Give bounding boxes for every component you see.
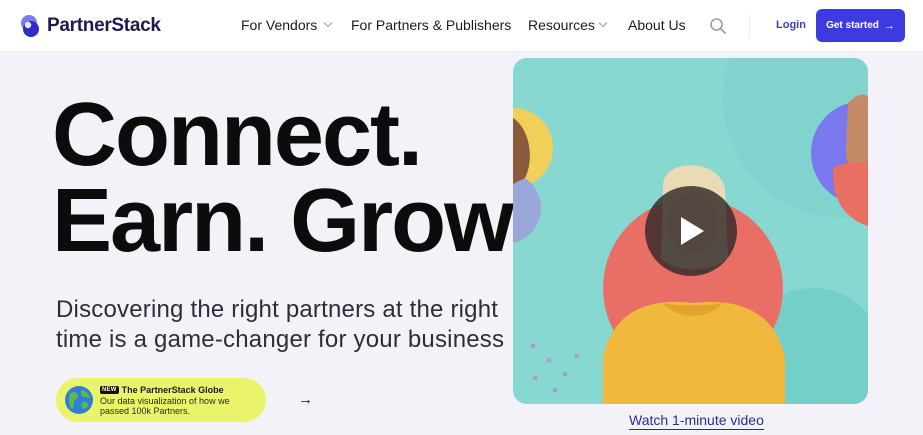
video-thumbnail[interactable] [513, 58, 868, 404]
top-navigation: PartnerStack For Vendors For Partners & … [0, 0, 923, 52]
globe-promo-banner[interactable]: NEW The PartnerStack Globe Our data visu… [56, 378, 313, 422]
nav-item-label: For Vendors [241, 17, 318, 33]
nav-item-resources[interactable]: Resources [528, 17, 608, 33]
nav-item-label: For Partners & Publishers [351, 17, 512, 33]
headline-line-1: Connect. [52, 85, 423, 185]
nav-item-for-vendors[interactable]: For Vendors [241, 17, 333, 33]
play-icon [681, 217, 704, 245]
nav-item-label: About Us [628, 17, 686, 33]
get-started-label: Get started [826, 20, 879, 31]
promo-text: NEW The PartnerStack Globe Our data visu… [100, 385, 240, 416]
hero-headline: Connect. Earn. Grow. [52, 85, 534, 271]
new-badge: NEW [100, 385, 119, 394]
arrow-right-icon: → [298, 391, 313, 408]
nav-divider [749, 14, 750, 38]
arrow-right-icon: → [883, 19, 895, 32]
play-button[interactable] [645, 186, 737, 276]
chevron-down-icon [324, 18, 333, 28]
nav-item-for-partners-publishers[interactable]: For Partners & Publishers [351, 17, 511, 33]
nav-item-label: Resources [528, 17, 595, 33]
hero-subheadline: Discovering the right partners at the ri… [56, 296, 505, 353]
globe-icon [64, 385, 94, 415]
promo-title-row: NEW The PartnerStack Globe [100, 385, 240, 395]
chevron-down-icon [598, 18, 608, 28]
promo-title: The PartnerStack Globe [121, 384, 224, 395]
login-link[interactable]: Login [776, 19, 806, 31]
brand-name: PartnerStack [47, 15, 161, 36]
get-started-button[interactable]: Get started → [816, 9, 905, 42]
search-icon[interactable] [709, 17, 727, 35]
headline-line-2: Earn. Grow. [52, 171, 534, 271]
watch-video-link[interactable]: Watch 1-minute video [629, 412, 764, 430]
partnerstack-logo-icon [19, 14, 41, 38]
nav-item-about-us[interactable]: About Us [628, 17, 686, 33]
promo-description: Our data visualization of how we passed … [100, 395, 230, 416]
partnerstack-logo[interactable]: PartnerStack [19, 13, 161, 39]
